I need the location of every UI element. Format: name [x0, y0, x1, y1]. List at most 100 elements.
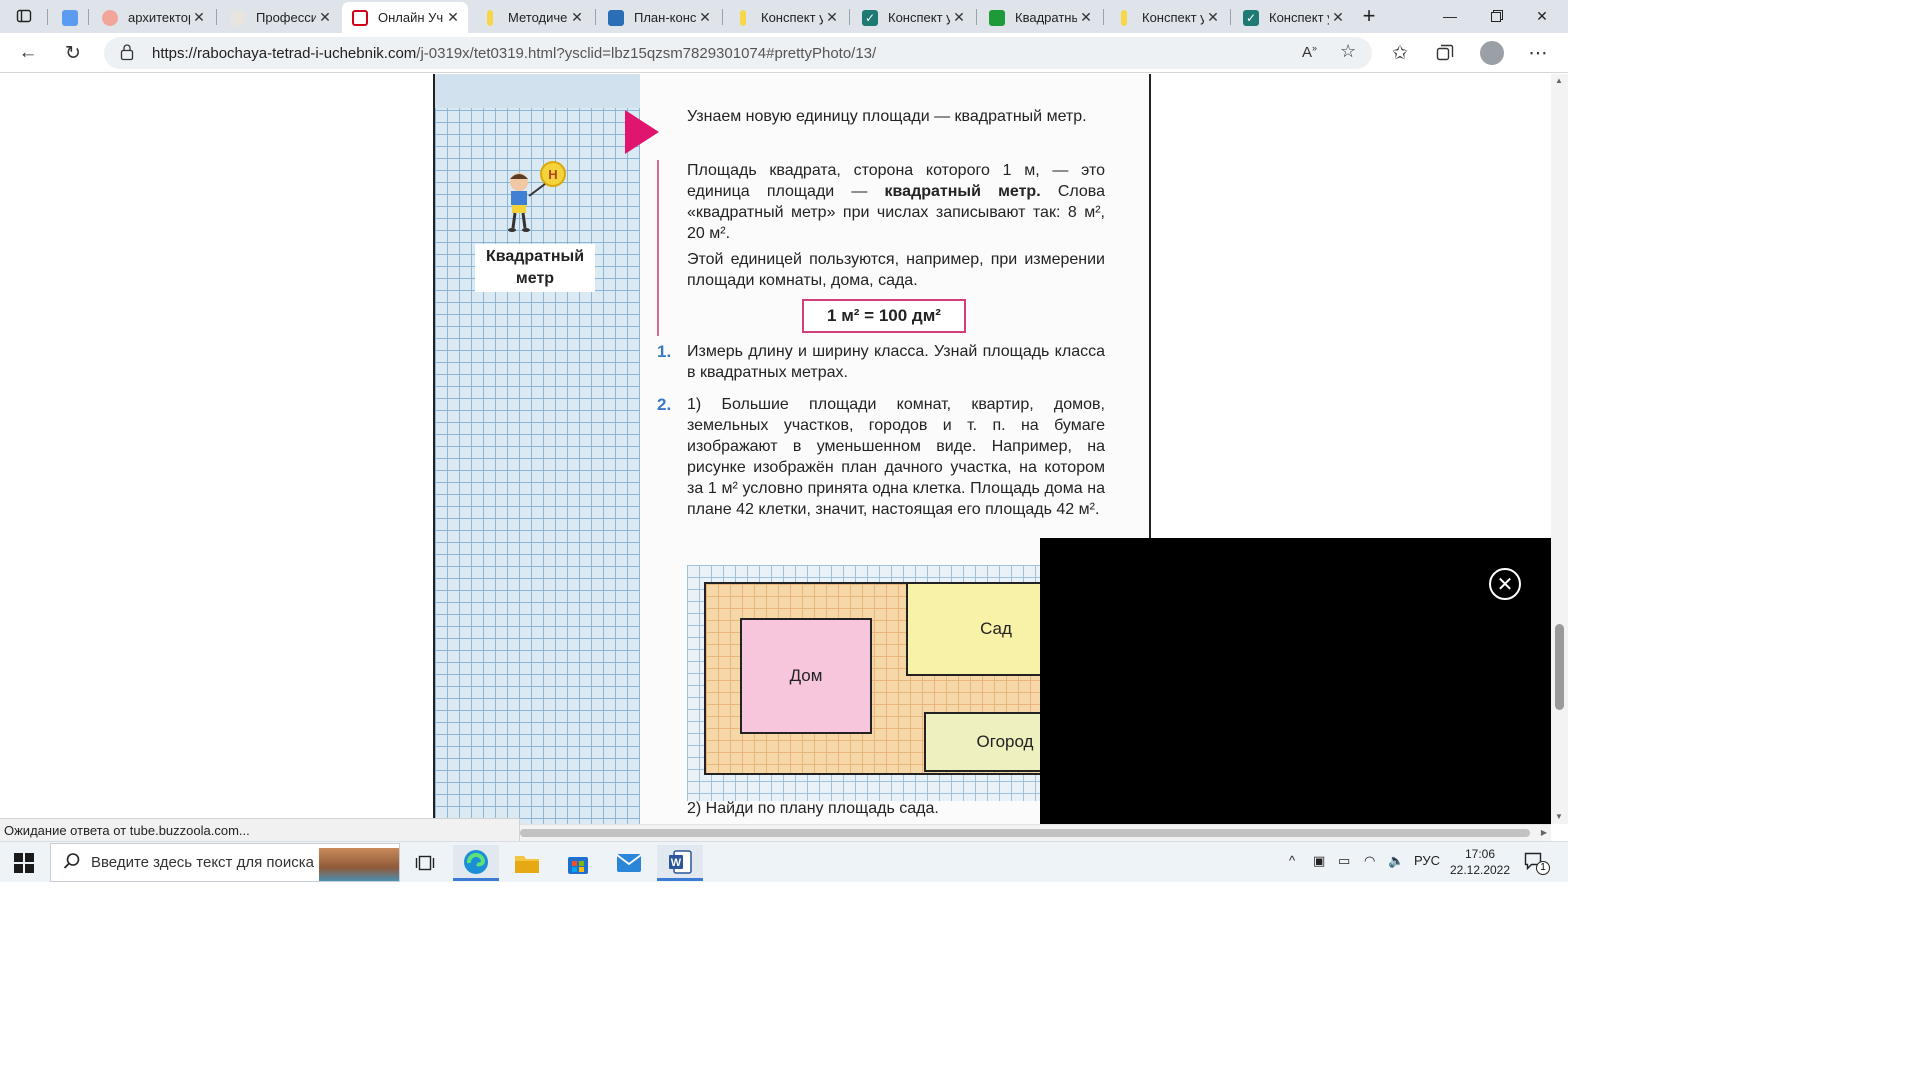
status-bar: Ожидание ответа от tube.buzzoola.com... — [0, 818, 520, 841]
tab-kvadratny[interactable]: Квадратны ✕ — [979, 2, 1101, 33]
tab-label: Конспект у — [1142, 10, 1204, 25]
tab-actions-icon[interactable] — [12, 4, 36, 28]
close-window-button[interactable]: ✕ — [1530, 4, 1554, 28]
doc-yellow-icon — [1121, 9, 1127, 26]
vertical-scroll-thumb[interactable] — [1555, 624, 1564, 710]
svg-text:Н: Н — [548, 167, 557, 182]
tab-label: Онлайн Уч — [378, 10, 444, 25]
battery-icon[interactable]: ▭ — [1338, 853, 1350, 869]
word-icon[interactable]: W — [657, 845, 703, 881]
tab-label: Конспект у — [1269, 10, 1329, 25]
clock-time: 17:06 — [1464, 847, 1496, 861]
tab-online-textbook[interactable]: Онлайн Уч ✕ — [342, 2, 468, 33]
tab-label: Конспект у — [888, 10, 950, 25]
url-field[interactable]: https://rabochaya-tetrad-i-uchebnik.com/… — [104, 37, 1372, 69]
volume-icon[interactable]: 🔈 — [1388, 853, 1404, 869]
input-language[interactable]: РУС — [1414, 853, 1440, 868]
collections-icon[interactable] — [1431, 39, 1459, 67]
tab-close-icon[interactable]: ✕ — [190, 9, 208, 26]
doc-yellow-icon — [487, 9, 493, 26]
grid-margin: Н Квадратный метр — [435, 74, 640, 824]
check-icon: ✓ — [862, 9, 878, 26]
more-menu-icon[interactable]: ⋯ — [1524, 39, 1552, 67]
url-host: https://rabochaya-tetrad-i-uchebnik.com — [152, 45, 417, 62]
task2-text: 1) Большие площади комнат, квартир, домо… — [687, 396, 1105, 518]
address-bar: ← ↻ https://rabochaya-tetrad-i-uchebnik.… — [0, 33, 1568, 73]
read-aloud-icon[interactable]: A» — [1302, 43, 1317, 61]
tab-close-icon[interactable]: ✕ — [1204, 9, 1222, 26]
profile-avatar-icon[interactable] — [1478, 39, 1506, 67]
tab-close-icon[interactable]: ✕ — [316, 9, 334, 26]
search-highlight-image — [319, 848, 399, 881]
task1-text: Измерь длину и ширину класса. Узнай площ… — [687, 343, 1105, 381]
taskbar-search[interactable]: Введите здесь текст для поиска — [50, 843, 400, 882]
yandex-icon — [102, 9, 118, 26]
tab-konspekt-4[interactable]: ✓ Конспект у ✕ — [1233, 2, 1353, 33]
tab-close-icon[interactable]: ✕ — [1077, 9, 1095, 26]
page-fold — [435, 74, 640, 108]
tab-close-icon[interactable]: ✕ — [1329, 9, 1347, 26]
horizontal-scrollbar[interactable]: ▶ — [520, 824, 1551, 841]
url-text: https://rabochaya-tetrad-i-uchebnik.com/… — [152, 45, 876, 62]
favorites-icon[interactable]: ✩ — [1386, 39, 1414, 67]
video-ad-overlay: ✕ — [1040, 538, 1551, 824]
check-icon: ✓ — [1243, 9, 1259, 26]
definition-term: квадратный метр. — [884, 183, 1041, 200]
pointer-arrow-icon — [625, 110, 659, 154]
refresh-icon[interactable]: ↻ — [59, 39, 87, 67]
tab-plan[interactable]: План-конс ✕ — [598, 2, 720, 33]
tab-close-icon[interactable]: ✕ — [950, 9, 968, 26]
conversion-formula: 1 м² = 100 дм² — [802, 299, 966, 333]
tab-label: Квадратны — [1015, 10, 1077, 25]
clock[interactable]: 17:06 22.12.2022 — [1440, 846, 1520, 878]
notification-count: 1 — [1536, 861, 1550, 875]
doc-yellow-icon — [740, 9, 746, 26]
tab-yandex[interactable]: архитектор ✕ — [92, 2, 214, 33]
usage-text: Этой единицей пользуются, например, при … — [687, 251, 1105, 289]
task-number: 1. — [657, 342, 672, 361]
tab-chat[interactable] — [52, 2, 86, 33]
tab-close-icon[interactable]: ✕ — [696, 9, 714, 26]
tab-konspekt-1[interactable]: Конспект у ✕ — [725, 2, 847, 33]
minimize-button[interactable]: — — [1438, 4, 1462, 28]
scroll-down-icon[interactable]: ▼ — [1555, 812, 1563, 821]
tab-label: Методичес — [508, 10, 568, 25]
tab-close-icon[interactable]: ✕ — [823, 9, 841, 26]
tab-label: Конспект у — [761, 10, 823, 25]
notifications-icon[interactable]: 1 — [1524, 852, 1550, 877]
edge-browser-icon[interactable] — [453, 845, 499, 881]
tab-close-icon[interactable]: ✕ — [444, 9, 462, 26]
term-label: Квадратный метр — [475, 244, 595, 292]
add-favorite-icon[interactable]: ☆ — [1340, 41, 1356, 62]
tab-konspekt-2[interactable]: ✓ Конспект у ✕ — [852, 2, 974, 33]
back-icon[interactable]: ← — [14, 39, 42, 67]
vertical-scrollbar[interactable]: ▲ ▼ — [1551, 74, 1568, 824]
close-ad-button[interactable]: ✕ — [1489, 568, 1521, 600]
clock-date: 22.12.2022 — [1449, 863, 1511, 877]
tab-professions[interactable]: Професси ✕ — [220, 2, 340, 33]
network-icon[interactable]: ◠ — [1364, 853, 1375, 869]
start-button[interactable] — [14, 853, 34, 873]
book-icon — [352, 9, 368, 26]
tab-methodical[interactable]: Методичес ✕ — [472, 2, 592, 33]
scroll-up-icon[interactable]: ▲ — [1555, 76, 1563, 85]
tray-chevron-icon[interactable]: ^ — [1289, 853, 1295, 868]
windows-taskbar: Введите здесь текст для поиска W ^ ▣ ▭ ◠… — [0, 841, 1568, 882]
mail-icon[interactable] — [606, 845, 652, 881]
store-icon[interactable] — [555, 845, 601, 881]
task-number: 2. — [657, 395, 672, 414]
child-figure-icon: Н — [508, 161, 566, 232]
new-tab-button[interactable]: + — [1357, 3, 1381, 28]
search-placeholder: Введите здесь текст для поиска — [91, 854, 314, 871]
device-icon[interactable]: ▣ — [1313, 853, 1325, 869]
task-view-icon[interactable] — [402, 845, 448, 881]
tab-label: Професси — [256, 10, 316, 25]
scroll-right-icon[interactable]: ▶ — [1541, 828, 1547, 837]
tab-konspekt-3[interactable]: Конспект у ✕ — [1106, 2, 1228, 33]
tab-label: архитектор — [128, 10, 190, 25]
tab-close-icon[interactable]: ✕ — [568, 9, 586, 26]
file-explorer-icon[interactable] — [504, 845, 550, 881]
restore-button[interactable] — [1485, 4, 1509, 28]
horizontal-scroll-thumb[interactable] — [520, 829, 1530, 837]
tab-strip: архитектор ✕ Професси ✕ Онлайн Уч ✕ Мето… — [0, 0, 1568, 33]
